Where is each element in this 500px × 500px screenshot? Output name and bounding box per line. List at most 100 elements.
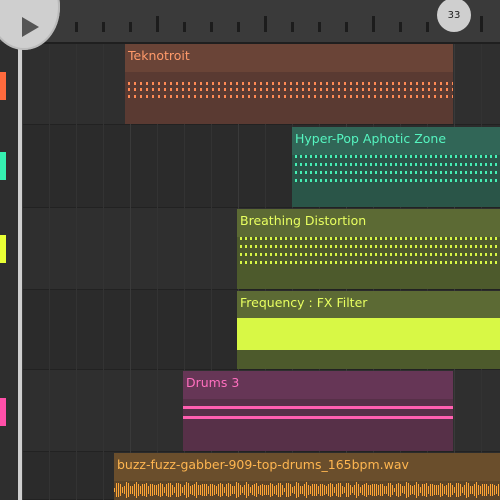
note (355, 253, 357, 256)
waveform-bar (426, 483, 427, 497)
track-color-3[interactable] (0, 235, 6, 263)
track-color-1[interactable] (0, 72, 6, 100)
note (480, 163, 482, 166)
note (465, 155, 467, 158)
track-color-5[interactable] (0, 398, 6, 426)
note (380, 245, 382, 248)
note (435, 171, 437, 174)
waveform-bar (134, 484, 135, 496)
note (392, 95, 394, 98)
waveform-bar (132, 486, 133, 494)
note (455, 163, 457, 166)
waveform-bar (180, 484, 181, 496)
waveform-bar (398, 482, 399, 498)
clip-breathing-distortion[interactable]: Breathing Distortion (237, 209, 500, 289)
note (392, 82, 394, 85)
waveform-bar (350, 484, 351, 496)
waveform-bar (330, 483, 331, 497)
note (260, 253, 262, 256)
note (200, 88, 202, 91)
note (495, 261, 497, 264)
note (420, 171, 422, 174)
note (170, 88, 172, 91)
note (340, 245, 342, 248)
note (400, 261, 402, 264)
note (450, 155, 452, 158)
note (460, 261, 462, 264)
waveform-bar (336, 484, 337, 496)
note (356, 95, 358, 98)
note (320, 95, 322, 98)
note (370, 245, 372, 248)
note (410, 261, 412, 264)
note (416, 82, 418, 85)
note (465, 179, 467, 182)
note (445, 179, 447, 182)
note (340, 163, 342, 166)
clip-hyper-pop[interactable]: Hyper-Pop Aphotic Zone (292, 127, 500, 207)
waveform-bar (468, 483, 469, 497)
waveform-bar (314, 484, 315, 496)
note (415, 245, 417, 248)
clip-teknotroit[interactable]: Teknotroit (125, 44, 453, 124)
note (415, 261, 417, 264)
track-header-strip (0, 42, 18, 500)
note (355, 237, 357, 240)
note (400, 171, 402, 174)
note (430, 179, 432, 182)
note (315, 237, 317, 240)
note (415, 253, 417, 256)
note (375, 245, 377, 248)
note (206, 88, 208, 91)
note (188, 88, 190, 91)
clip-drums-3[interactable]: Drums 3 (183, 371, 453, 451)
note (330, 179, 332, 182)
note (284, 95, 286, 98)
note (242, 82, 244, 85)
note (485, 155, 487, 158)
timeline-ruler[interactable] (0, 0, 500, 44)
waveform-bar (290, 483, 291, 496)
playhead[interactable] (18, 0, 22, 500)
note (386, 88, 388, 91)
note (340, 253, 342, 256)
note (170, 82, 172, 85)
note (164, 95, 166, 98)
waveform-bar (498, 483, 499, 497)
note (295, 179, 297, 182)
note (415, 179, 417, 182)
note (330, 245, 332, 248)
note (360, 179, 362, 182)
note (400, 179, 402, 182)
note (305, 237, 307, 240)
note (470, 163, 472, 166)
note (266, 95, 268, 98)
waveform-bar (156, 485, 157, 495)
ruler-tick (372, 16, 375, 32)
waveform-bar (284, 487, 285, 493)
note (435, 237, 437, 240)
note (490, 163, 492, 166)
clip-audio-file[interactable]: buzz-fuzz-gabber-909-top-drums_165bpm.wa… (114, 453, 500, 500)
clip-label: Teknotroit (128, 48, 190, 63)
note (314, 82, 316, 85)
note (300, 179, 302, 182)
note (290, 88, 292, 91)
note (485, 237, 487, 240)
note (182, 82, 184, 85)
note (265, 253, 267, 256)
note (245, 261, 247, 264)
note (390, 253, 392, 256)
note (440, 261, 442, 264)
note (355, 163, 357, 166)
note (335, 261, 337, 264)
note (300, 245, 302, 248)
note (375, 171, 377, 174)
waveform-bar (392, 484, 393, 496)
note (300, 163, 302, 166)
clip-frequency-filter[interactable]: Frequency : FX Filter (237, 291, 500, 369)
note (455, 253, 457, 256)
note (270, 261, 272, 264)
track-color-2[interactable] (0, 152, 6, 180)
note (345, 171, 347, 174)
